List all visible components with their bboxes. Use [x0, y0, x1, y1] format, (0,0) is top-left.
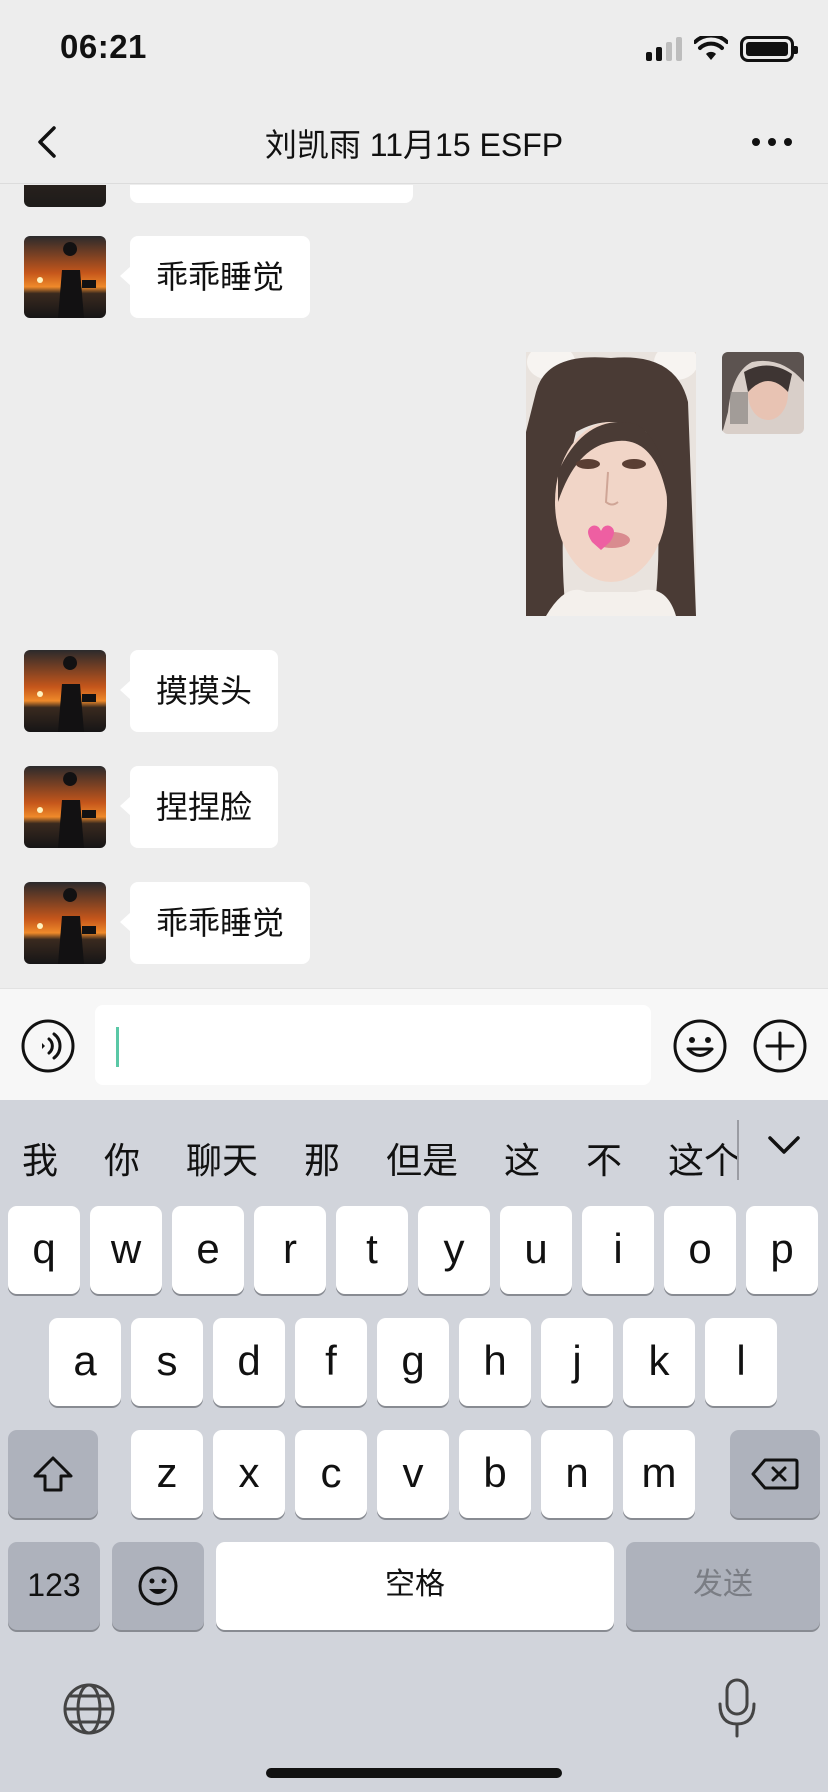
nav-bar: 刘凯雨 11月15 ESFP [0, 100, 828, 184]
key-h[interactable]: h [459, 1318, 531, 1406]
message-row: 捏捏脸 [24, 766, 279, 848]
message-row: 摸摸头 [24, 650, 279, 732]
contact-avatar[interactable] [24, 766, 106, 848]
contact-avatar[interactable] [24, 650, 106, 732]
chat-area[interactable]: 乖乖睡觉 摸摸头 捏捏脸 乖乖睡觉 [0, 185, 828, 988]
shift-key[interactable] [8, 1430, 98, 1518]
photo-message[interactable] [526, 352, 696, 616]
contact-avatar[interactable] [24, 882, 106, 964]
send-key[interactable]: 发送 [626, 1542, 820, 1630]
backspace-icon [751, 1458, 799, 1490]
candidate-word[interactable]: 聊天 [186, 1132, 258, 1184]
key-m[interactable]: m [623, 1430, 695, 1518]
key-a[interactable]: a [49, 1318, 121, 1406]
voice-icon[interactable] [20, 1018, 76, 1074]
key-w[interactable]: w [90, 1206, 162, 1294]
message-bubble[interactable]: 捏捏脸 [119, 766, 279, 848]
wifi-icon [694, 36, 728, 60]
key-t[interactable]: t [336, 1206, 408, 1294]
key-y[interactable]: y [418, 1206, 490, 1294]
space-key[interactable]: 空格 [216, 1542, 614, 1630]
chat-title: 刘凯雨 11月15 ESFP [264, 127, 564, 163]
globe-icon[interactable] [62, 1682, 116, 1736]
microphone-icon[interactable] [716, 1678, 758, 1738]
home-indicator[interactable] [266, 1768, 562, 1778]
candidate-word[interactable]: 我 [22, 1132, 58, 1184]
key-x[interactable]: x [213, 1430, 285, 1518]
emoji-icon[interactable] [672, 1018, 728, 1074]
candidate-word[interactable]: 这 [504, 1132, 540, 1184]
key-q[interactable]: q [8, 1206, 80, 1294]
key-n[interactable]: n [541, 1430, 613, 1518]
key-v[interactable]: v [377, 1430, 449, 1518]
status-icons [646, 36, 798, 62]
avatar[interactable] [24, 185, 106, 207]
shift-icon [33, 1456, 73, 1492]
battery-icon [740, 36, 798, 62]
key-i[interactable]: i [582, 1206, 654, 1294]
contact-avatar[interactable] [24, 236, 106, 318]
key-r[interactable]: r [254, 1206, 326, 1294]
key-f[interactable]: f [295, 1318, 367, 1406]
input-bar [0, 988, 828, 1100]
key-o[interactable]: o [664, 1206, 736, 1294]
message-input[interactable] [95, 1005, 651, 1085]
key-c[interactable]: c [295, 1430, 367, 1518]
key-e[interactable]: e [172, 1206, 244, 1294]
key-j[interactable]: j [541, 1318, 613, 1406]
key-z[interactable]: z [131, 1430, 203, 1518]
key-p[interactable]: p [746, 1206, 818, 1294]
numbers-key[interactable]: 123 [8, 1542, 100, 1630]
candidate-bar: 我 你 聊天 那 但是 这 不 这个 [0, 1100, 828, 1204]
key-k[interactable]: k [623, 1318, 695, 1406]
key-b[interactable]: b [459, 1430, 531, 1518]
key-g[interactable]: g [377, 1318, 449, 1406]
keyboard: 我 你 聊天 那 但是 这 不 这个 q w e r t y u i o p a… [0, 1100, 828, 1792]
emoji-icon [138, 1566, 178, 1606]
self-avatar[interactable] [722, 352, 804, 434]
status-bar: 06:21 [0, 0, 828, 100]
more-dots-icon[interactable] [750, 122, 794, 162]
emoji-keyboard-key[interactable] [112, 1542, 204, 1630]
message-bubble[interactable] [130, 185, 413, 203]
key-u[interactable]: u [500, 1206, 572, 1294]
chevron-down-icon[interactable] [766, 1132, 802, 1158]
candidate-word[interactable]: 你 [104, 1132, 140, 1184]
key-d[interactable]: d [213, 1318, 285, 1406]
candidate-word[interactable]: 这个 [668, 1132, 740, 1184]
candidate-word[interactable]: 但是 [386, 1132, 458, 1184]
message-row: 乖乖睡觉 [24, 236, 311, 318]
message-row: 乖乖睡觉 [24, 882, 311, 964]
text-caret [116, 1027, 119, 1067]
signal-icon [646, 37, 682, 61]
message-bubble[interactable]: 乖乖睡觉 [119, 236, 311, 318]
delete-key[interactable] [730, 1430, 820, 1518]
candidate-word[interactable]: 不 [586, 1132, 622, 1184]
message-bubble[interactable]: 摸摸头 [119, 650, 279, 732]
message-row-self [526, 352, 804, 616]
key-s[interactable]: s [131, 1318, 203, 1406]
candidate-divider [737, 1120, 739, 1180]
message-bubble[interactable]: 乖乖睡觉 [119, 882, 311, 964]
key-l[interactable]: l [705, 1318, 777, 1406]
plus-icon[interactable] [752, 1018, 808, 1074]
status-time: 06:21 [60, 28, 147, 65]
candidate-word[interactable]: 那 [304, 1132, 340, 1184]
